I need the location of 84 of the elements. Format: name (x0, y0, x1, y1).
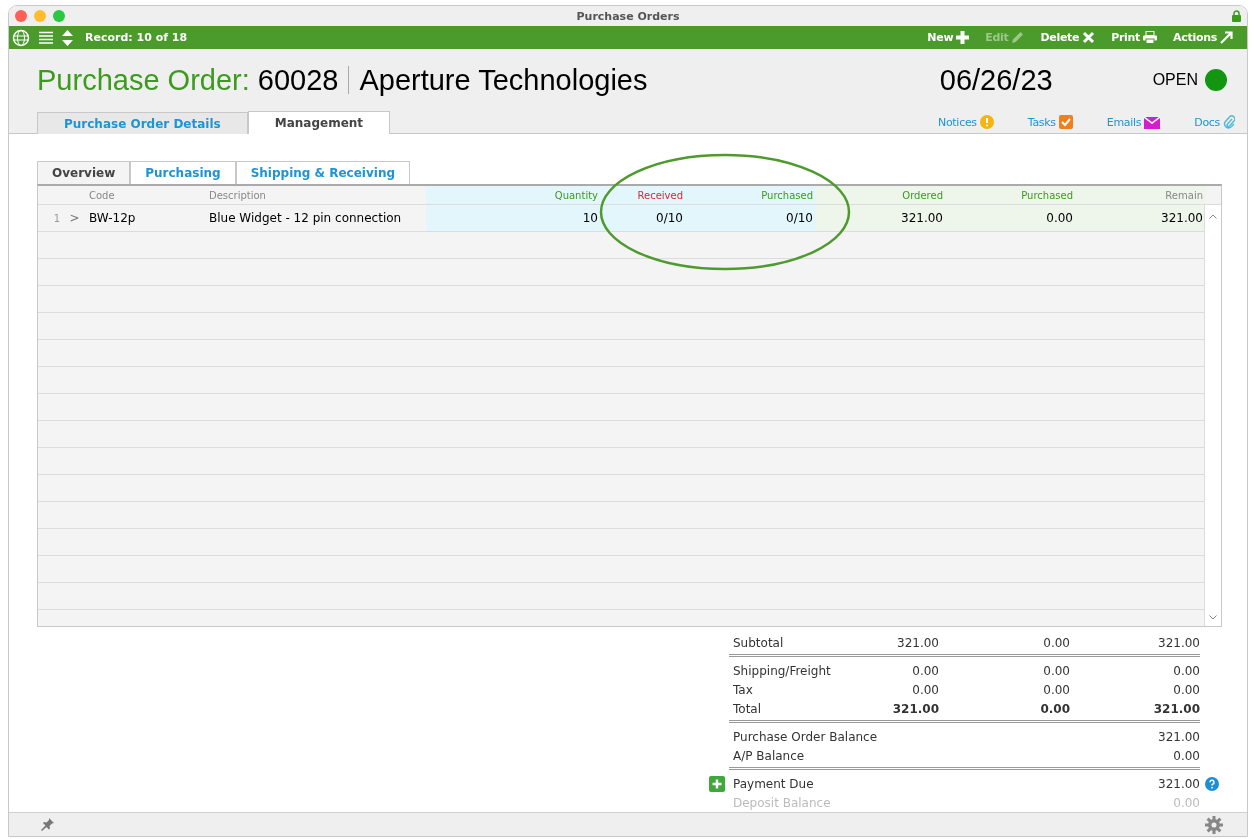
total-value: 321.00 (897, 635, 939, 650)
notices-link[interactable]: Notices (938, 115, 994, 129)
envelope-icon (1144, 116, 1161, 129)
checkbox-icon (1058, 115, 1073, 129)
total-label: Shipping/Freight (733, 663, 831, 678)
total-value: 0.00 (1173, 663, 1200, 678)
total-value: 321.00 (1158, 776, 1200, 791)
column-header: Remain (1076, 186, 1206, 204)
column-header: Quantity (426, 186, 601, 204)
table-cell: 0/10 (686, 205, 816, 231)
emails-link[interactable]: Emails (1106, 116, 1161, 129)
expand-toggle[interactable]: > (63, 205, 86, 231)
total-label: Total (733, 701, 762, 716)
column-header: Ordered (816, 186, 946, 204)
add-payment-icon[interactable] (709, 775, 725, 792)
tab[interactable]: Purchasing (130, 161, 236, 184)
lock-icon (1232, 10, 1241, 22)
total-label: Deposit Balance (733, 795, 831, 810)
x-icon (1082, 31, 1096, 44)
column-header: Description (208, 188, 267, 203)
total-value: 321.00 (1153, 701, 1200, 716)
table-cell: 321.00 (1076, 205, 1206, 231)
record-type-label: Purchase Order: (37, 63, 250, 97)
column-header: Purchased (946, 186, 1076, 204)
total-value: 0.00 (1043, 682, 1070, 697)
arrow-icon (1220, 31, 1233, 44)
table-cell: 0/10 (601, 205, 686, 231)
pencil-icon (1011, 31, 1025, 44)
tab[interactable]: Purchase Order Details (37, 112, 248, 134)
actions-button[interactable]: Actions (1169, 29, 1237, 46)
column-header: Received (601, 186, 686, 204)
total-value: 321.00 (1158, 635, 1200, 650)
list-icon[interactable] (38, 30, 54, 45)
order-date: 06/26/23 (939, 63, 1053, 97)
column-header: Code (88, 188, 116, 203)
total-value: 0.00 (1043, 635, 1070, 650)
tab[interactable]: Management (247, 111, 391, 134)
new-button[interactable]: New (923, 29, 974, 46)
help-icon[interactable] (1205, 776, 1219, 791)
pin-icon[interactable] (41, 818, 54, 831)
close-window-button[interactable] (15, 10, 27, 22)
record-counter: Record: 10 of 18 (85, 31, 188, 44)
tasks-link[interactable]: Tasks (1027, 115, 1073, 129)
vendor-name: Aperture Technologies (359, 63, 648, 97)
plus-icon (956, 31, 970, 44)
total-value: 0.00 (912, 663, 939, 678)
globe-icon[interactable] (12, 28, 30, 47)
total-value: 321.00 (892, 701, 939, 716)
total-value: 0.00 (1040, 701, 1070, 716)
scroll-down-icon[interactable] (1209, 615, 1217, 620)
table-cell: 10 (426, 205, 601, 231)
settings-icon[interactable] (1205, 815, 1223, 834)
table-cell-text: BW-12p (88, 210, 137, 227)
docs-link[interactable]: Docs (1194, 115, 1235, 129)
table-cell-text: Blue Widget - 12 pin connection (208, 210, 403, 227)
total-value: 0.00 (1173, 748, 1200, 763)
total-value: 0.00 (1173, 795, 1200, 810)
total-value: 321.00 (1158, 729, 1200, 744)
exclamation-icon (979, 115, 994, 129)
print-button[interactable]: Print (1107, 29, 1162, 46)
tab[interactable]: Shipping & Receiving (235, 161, 410, 184)
order-number: 60028 (257, 63, 339, 97)
total-label: Tax (733, 682, 753, 697)
window-title: Purchase Orders (576, 9, 680, 23)
status-label: OPEN (1152, 71, 1198, 89)
scroll-up-icon[interactable] (1209, 214, 1217, 219)
total-label: Payment Due (733, 776, 814, 791)
table-cell: 0.00 (946, 205, 1076, 231)
total-value: 0.00 (1173, 682, 1200, 697)
total-value: 0.00 (912, 682, 939, 697)
total-label: A/P Balance (733, 748, 805, 763)
total-value: 0.00 (1043, 663, 1070, 678)
tab[interactable]: Overview (37, 161, 131, 184)
column-header: Purchased (686, 186, 816, 204)
scrollbar[interactable] (1204, 205, 1221, 626)
total-label: Purchase Order Balance (733, 729, 878, 744)
zoom-window-button[interactable] (53, 10, 65, 22)
total-label: Subtotal (733, 635, 784, 650)
up-down-arrows-icon[interactable] (62, 29, 73, 46)
paperclip-icon (1223, 115, 1235, 129)
printer-icon (1143, 31, 1158, 44)
row-number: 1 (52, 211, 61, 226)
table-cell: 321.00 (816, 205, 946, 231)
delete-button[interactable]: Delete (1036, 29, 1100, 46)
